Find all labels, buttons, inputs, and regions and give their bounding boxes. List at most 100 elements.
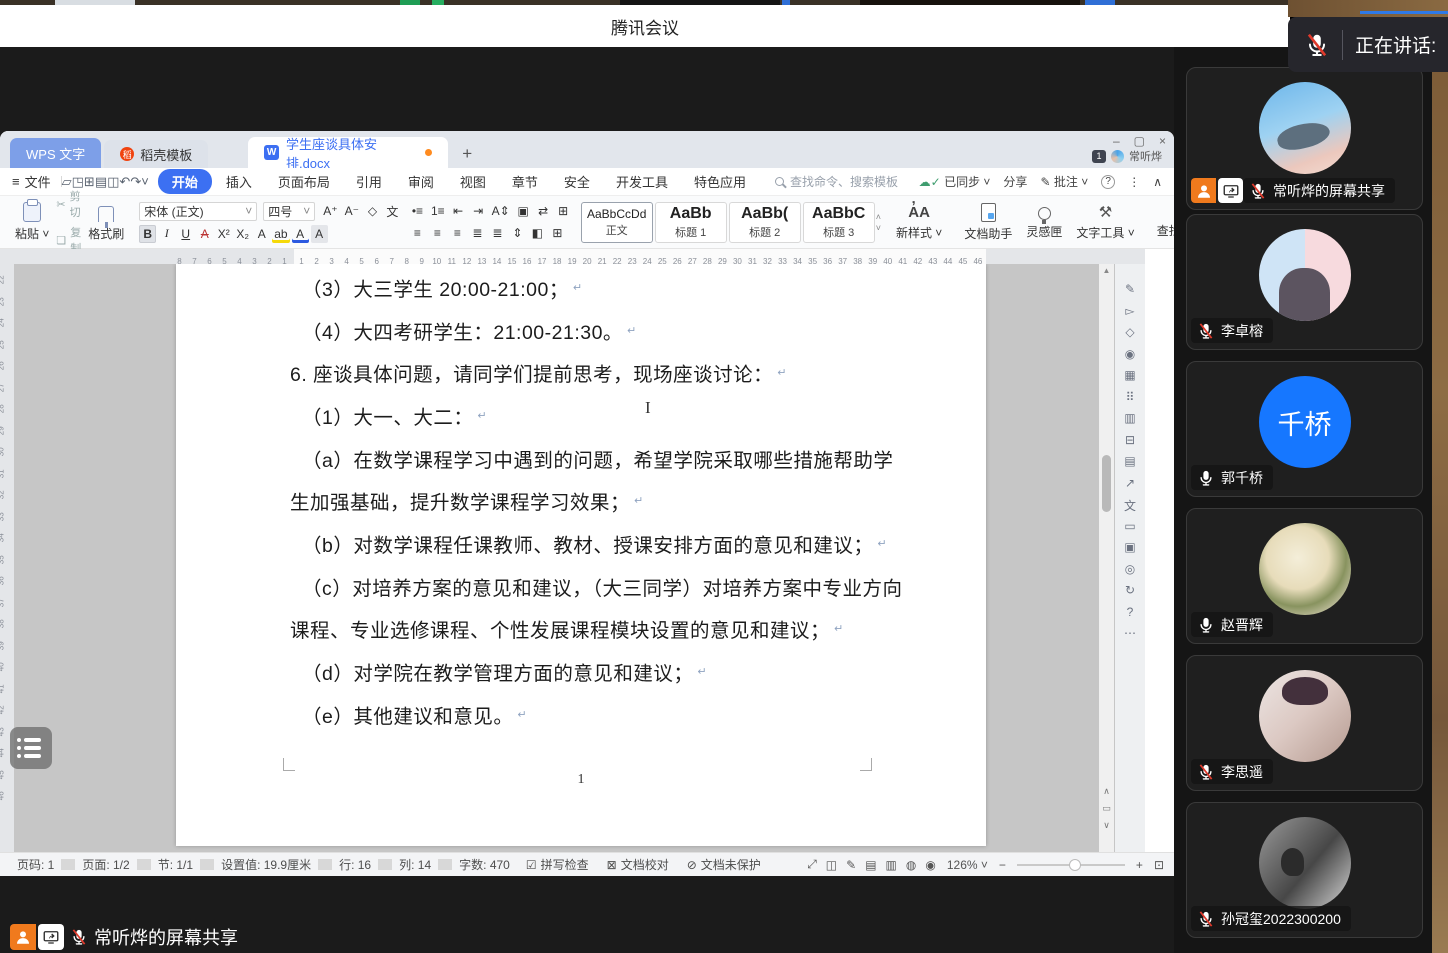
comment-button[interactable]: ✎ 批注 ˅	[1040, 173, 1088, 190]
tab-docer-templates[interactable]: 稻 稻壳模板	[104, 140, 208, 168]
print-preview-icon[interactable]: ◫	[107, 174, 119, 189]
style-card-正文[interactable]: AaBbCcDd正文	[581, 202, 653, 243]
doc-proof-status[interactable]: ⊠文档校对	[598, 856, 678, 873]
doc-assistant-button[interactable]: 文档助手	[957, 196, 1019, 248]
font-size-select[interactable]: 四号˅	[263, 202, 315, 221]
command-search[interactable]: 查找命令、搜索模板	[775, 173, 898, 190]
eye-protect-icon[interactable]: ◉	[925, 858, 935, 872]
font-name-select[interactable]: 宋体 (正文)˅	[139, 202, 257, 221]
document-area[interactable]: 2223242526272829303132333435363738394041…	[0, 264, 1145, 852]
menu-tab-引用[interactable]: 引用	[344, 169, 394, 194]
style-scroll-up-icon[interactable]: ˄	[876, 212, 881, 222]
outline-view-icon[interactable]: ▥	[886, 858, 897, 872]
image-icon[interactable]: ▣	[1124, 540, 1135, 554]
export-pdf-icon[interactable]: ⊞	[84, 174, 95, 189]
web-view-icon[interactable]: ◍	[906, 858, 916, 872]
tab-wps-home[interactable]: WPS 文字	[10, 138, 101, 168]
new-tab-button[interactable]: +	[462, 144, 472, 168]
cut-button[interactable]: ✂ 剪切	[56, 188, 81, 220]
next-page-icon[interactable]: ∨	[1103, 820, 1110, 831]
justify-icon[interactable]: ≣	[469, 224, 486, 242]
fullscreen-icon[interactable]: ⤢	[807, 857, 817, 872]
style-card-标题 2[interactable]: AaBb(标题 2	[729, 202, 801, 243]
maximize-button[interactable]: ▢	[1134, 134, 1145, 148]
participant-tile[interactable]: 李卓榕	[1186, 214, 1423, 350]
save-icon[interactable]: ◳	[72, 174, 84, 189]
text-tool-button[interactable]: ⚒ 文字工具 ˅	[1069, 196, 1141, 248]
bold-button[interactable]: B	[139, 225, 156, 243]
apps-grid-icon[interactable]: ⠿	[1126, 390, 1135, 404]
scrollbar-thumb[interactable]	[1102, 455, 1111, 512]
superscript-button[interactable]: X²	[215, 225, 232, 243]
collapse-icon[interactable]: ˅	[141, 174, 149, 189]
ink-edit-icon[interactable]: ✎	[846, 858, 856, 872]
insert-table-icon[interactable]: ⊞	[555, 202, 572, 220]
distribute-icon[interactable]: ≣	[489, 224, 506, 242]
italic-button[interactable]: I	[158, 225, 175, 243]
zoom-slider-handle[interactable]	[1069, 859, 1081, 871]
card-icon[interactable]: ▭	[1124, 519, 1135, 533]
help-button[interactable]: ?	[1101, 175, 1115, 189]
text-effects-icon[interactable]: 文	[384, 202, 401, 220]
menu-tab-开发工具[interactable]: 开发工具	[604, 169, 680, 194]
swap-icon[interactable]: ⇄	[535, 202, 552, 220]
menu-tab-安全[interactable]: 安全	[552, 169, 602, 194]
zoom-in-button[interactable]: +	[1136, 858, 1143, 872]
chart-icon[interactable]: ▥	[1124, 411, 1135, 425]
page-thumb-icon[interactable]: ▭	[1102, 803, 1111, 814]
more-menu-button[interactable]: ⋮	[1128, 175, 1140, 189]
account-cluster[interactable]: 1 常听烨	[1092, 148, 1162, 164]
share-arrow-icon[interactable]: ↗	[1125, 476, 1135, 490]
navigation-pane-button[interactable]	[10, 727, 52, 769]
zoom-slider[interactable]	[1017, 864, 1125, 866]
format-painter-button[interactable]: 格式刷	[81, 196, 131, 248]
tab-document[interactable]: W 学生座谈具体安排.docx	[248, 137, 448, 168]
fit-page-button[interactable]: ⊡	[1154, 858, 1164, 872]
line-spacing-icon[interactable]: ⇕	[509, 224, 526, 242]
paste-button[interactable]: 粘贴 ˅	[8, 196, 56, 248]
subscript-button[interactable]: X₂	[234, 225, 251, 243]
shading-icon[interactable]: ◧	[529, 224, 546, 242]
shape-icon[interactable]: ◇	[1125, 325, 1134, 339]
spell-check-status[interactable]: ☑拼写检查	[517, 856, 598, 873]
undo-icon[interactable]: ↶	[119, 174, 130, 189]
zoom-out-button[interactable]: −	[999, 858, 1006, 872]
notification-badge[interactable]: 1	[1092, 150, 1106, 163]
char-border-icon[interactable]: ▣	[515, 202, 532, 220]
layers-icon[interactable]: ▤	[1124, 454, 1135, 468]
table-icon[interactable]: ▦	[1124, 368, 1135, 382]
select-cursor-icon[interactable]: ▻	[1125, 304, 1134, 318]
document-page[interactable]: （3）大三学生 20:00-21:00； （4）大四考研学生：21:00-21:…	[176, 264, 986, 846]
page-view-icon[interactable]: ▤	[865, 858, 876, 872]
outdent-icon[interactable]: ⇤	[450, 202, 467, 220]
share-button[interactable]: 分享	[1003, 173, 1027, 190]
highlight-color-button[interactable]: ab	[272, 225, 289, 243]
phonetic-guide-button[interactable]: A	[253, 225, 270, 243]
horizontal-ruler[interactable]: 87654321 1234567891011121314151617181920…	[0, 249, 1145, 264]
participant-tile[interactable]: 千桥 郭千桥	[1186, 361, 1423, 497]
align-center-icon[interactable]: ≡	[429, 224, 446, 242]
history-icon[interactable]: ↻	[1125, 583, 1135, 597]
participant-tile[interactable]: 常听烨的屏幕共享	[1186, 67, 1423, 210]
open-folder-icon[interactable]: ▱	[62, 174, 72, 189]
menu-tab-页面布局[interactable]: 页面布局	[266, 169, 342, 194]
underline-button[interactable]: U	[177, 225, 194, 243]
menu-tab-开始[interactable]: 开始	[158, 169, 212, 194]
file-menu-button[interactable]: ≡ 文件	[12, 172, 51, 191]
collapse-ribbon-button[interactable]: ∧	[1153, 175, 1162, 189]
menu-tab-特色应用[interactable]: 特色应用	[682, 169, 758, 194]
vertical-scrollbar[interactable]: ▲	[1099, 264, 1114, 852]
strikethrough-button[interactable]: A	[196, 225, 213, 243]
participant-tile[interactable]: 赵晋辉	[1186, 508, 1423, 644]
borders-icon[interactable]: ⊞	[549, 224, 566, 242]
compass-icon[interactable]: ◎	[1125, 562, 1135, 576]
character-shading-button[interactable]: A	[311, 225, 328, 243]
shrink-font-icon[interactable]: A⁻	[343, 202, 361, 220]
print-icon[interactable]: ▤	[95, 174, 107, 189]
redo-icon[interactable]: ↷	[130, 174, 141, 189]
style-scroll-down-icon[interactable]: ˅	[876, 223, 881, 233]
annotate-pen-icon[interactable]: ✎	[1125, 282, 1135, 296]
help-icon[interactable]: ?	[1127, 605, 1134, 619]
numbered-list-icon[interactable]: 1≡	[429, 202, 447, 220]
indent-icon[interactable]: ⇥	[470, 202, 487, 220]
